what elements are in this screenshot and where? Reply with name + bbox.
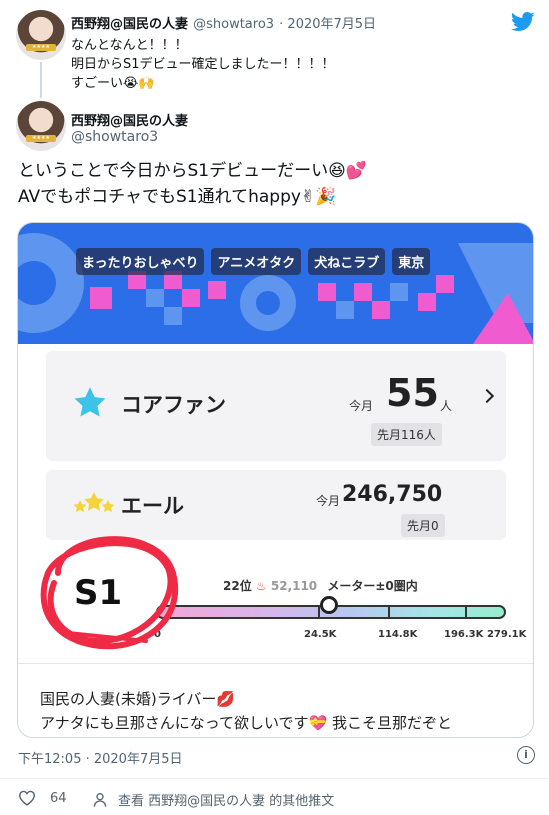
chevron-right-icon[interactable] [479,388,495,404]
avatar[interactable]: ★★★★ [16,101,66,151]
profile-bio: 国民の人妻(未婚)ライバー💋 アナタにも旦那さんになって欲しいです💝 我こそ旦那… [40,690,452,732]
red-circle-annotation [40,536,178,650]
meter-tick [465,605,467,619]
thread-connector [40,62,42,98]
meter-label: 24.5K [304,629,337,640]
profile-banner: まったりおしゃべり アニメオタク 犬ねこラブ 東京 [18,223,533,344]
yell-count: 246,750 [342,482,443,507]
like-button[interactable]: 64 [18,790,67,806]
more-tweets-link[interactable]: 查看 西野翔@国民の人妻 的其他推文 [92,790,334,809]
unit-label: 人 [440,399,453,413]
tag[interactable]: 犬ねこラブ [308,248,386,275]
last-month-badge: 先月116人 [371,423,442,446]
rank-position: 22位 [223,579,252,593]
avatar[interactable]: ★★★★ [16,10,66,60]
like-count: 64 [50,790,67,806]
fire-icon: ♨ [255,579,267,593]
embedded-card[interactable]: まったりおしゃべり アニメオタク 犬ねこラブ 東京 コアファン 今月 55 人 … [17,222,534,738]
tag[interactable]: アニメオタク [211,248,302,275]
tweet2-text: ということで今日からS1デビューだーい😆💕 AVでもポコチャでもS1通れてhap… [18,161,367,207]
author-handle[interactable]: @showtaro3 [71,129,158,145]
info-icon[interactable]: i [517,746,535,764]
rank-row: 22位 ♨ 52,110 メーター±0圏内 [223,577,418,594]
meter-tick [388,605,390,619]
meter-pointer [320,596,338,614]
meter-label: 196.3K [444,629,484,640]
more-tweets-label: 查看 西野翔@国民の人妻 的其他推文 [118,794,335,809]
tag-list: まったりおしゃべり アニメオタク 犬ねこラブ 東京 [76,248,431,275]
tag[interactable]: 東京 [392,248,431,275]
star-icon [74,387,106,417]
person-icon [93,792,107,807]
author-name[interactable]: 西野翔@国民の人妻 [71,17,188,32]
tweet1-text: なんとなんと！！！ 明日からS1デビュー確定しましたー！！！！ すごーい😭🙌 [71,38,335,91]
banner-pattern [18,233,533,344]
meter-label: 114.8K [378,629,418,640]
card-divider [18,663,533,664]
tweet-timestamp[interactable]: 下午12:05 · 2020年7月5日 [18,748,183,767]
month-label: 今月 [316,494,341,508]
month-label: 今月 [349,399,374,413]
twitter-bird-icon[interactable] [511,12,535,32]
core-fan-count: 55 [386,371,439,415]
core-fan-title: コアファン [121,393,226,417]
rank-score: 52,110 [270,579,318,593]
tweet1-header: 西野翔@国民の人妻 @showtaro3 · 2020年7月5日 [71,13,376,32]
author-handle[interactable]: @showtaro3 [193,17,274,32]
meter-range-text: メーター±0圏内 [327,579,418,593]
heart-icon [18,790,36,806]
core-fan-panel[interactable]: コアファン 今月 55 人 先月116人 [46,351,506,461]
meter-label: 279.1K [487,629,527,640]
last-month-badge: 先月0 [401,514,445,537]
tag[interactable]: まったりおしゃべり [76,248,205,275]
footer-divider [0,778,549,779]
tweet-date[interactable]: · 2020年7月5日 [279,17,376,32]
author-name[interactable]: 西野翔@国民の人妻 [71,110,188,129]
